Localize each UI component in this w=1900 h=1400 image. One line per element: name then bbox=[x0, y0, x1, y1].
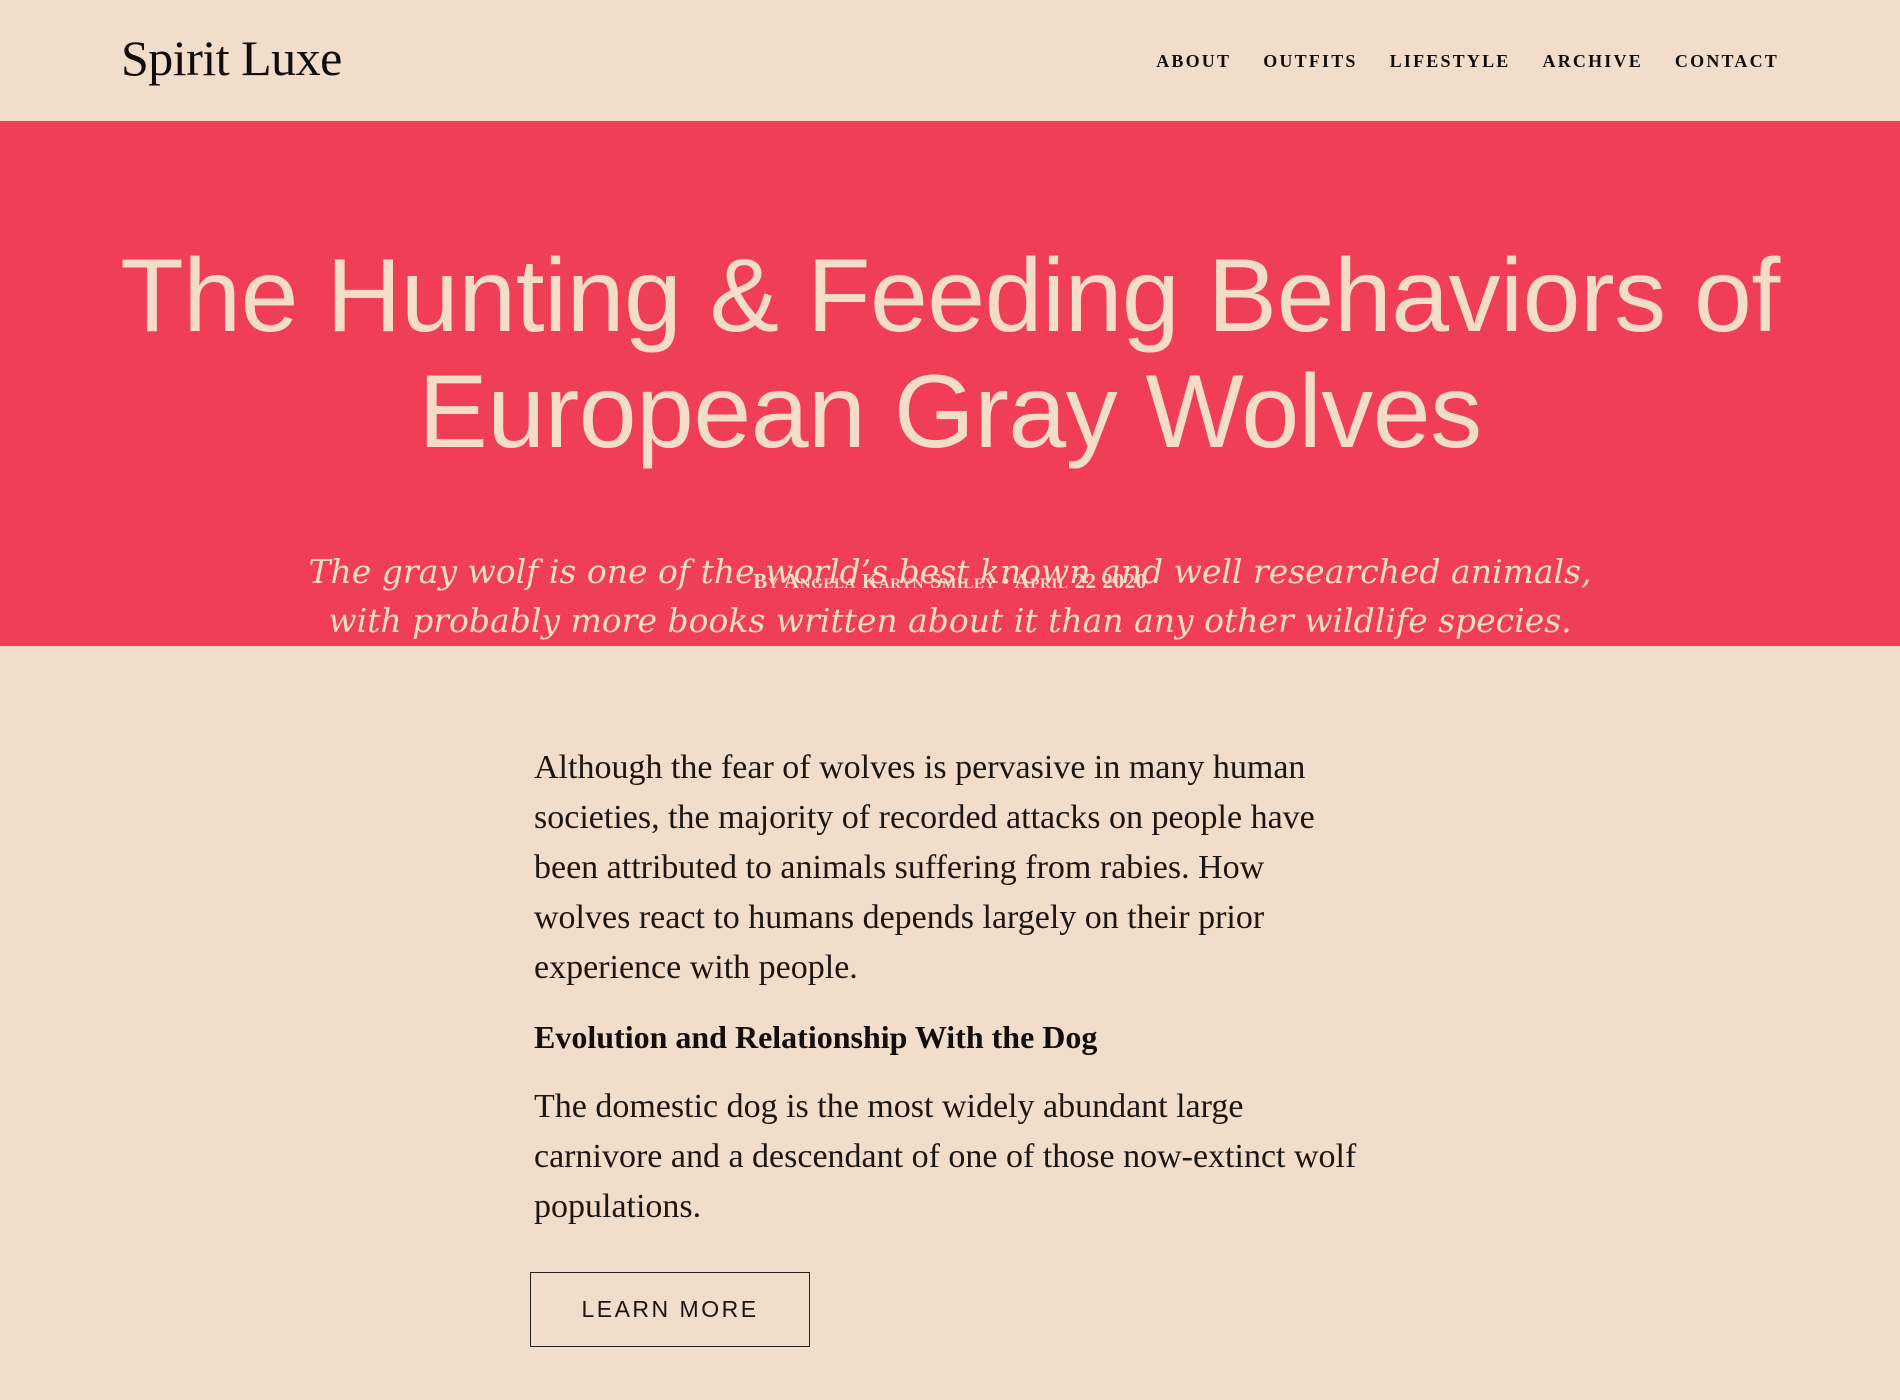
main-nav: About Outfits Lifestyle Archive Contact bbox=[1156, 49, 1779, 73]
learn-more-button[interactable]: Learn More bbox=[530, 1272, 810, 1347]
article-paragraph: The domestic dog is the most widely abun… bbox=[534, 1088, 1357, 1225]
nav-item-about[interactable]: About bbox=[1156, 49, 1231, 73]
nav-item-archive[interactable]: Archive bbox=[1543, 49, 1643, 73]
article-subtitle: The gray wolf is one of the world’s best… bbox=[308, 552, 1592, 640]
article-paragraph: Although the fear of wolves is pervasive… bbox=[534, 749, 1315, 986]
hero-banner: The Hunting & Feeding Behaviors of Europ… bbox=[0, 121, 1900, 646]
section-heading: Evolution and Relationship With the Dog bbox=[534, 1019, 1098, 1055]
nav-item-outfits[interactable]: Outfits bbox=[1263, 49, 1357, 73]
nav-item-lifestyle[interactable]: Lifestyle bbox=[1390, 49, 1511, 73]
nav-item-contact[interactable]: Contact bbox=[1675, 49, 1779, 73]
site-header: Spirit Luxe About Outfits Lifestyle Arch… bbox=[0, 0, 1900, 121]
article-title: The Hunting & Feeding Behaviors of Europ… bbox=[120, 238, 1780, 470]
article-byline: By Angela Karyn Smiley • April 22 2020 bbox=[753, 569, 1147, 593]
site-logo[interactable]: Spirit Luxe bbox=[121, 28, 342, 88]
article-body: Although the fear of wolves is pervasive… bbox=[530, 646, 1364, 1347]
